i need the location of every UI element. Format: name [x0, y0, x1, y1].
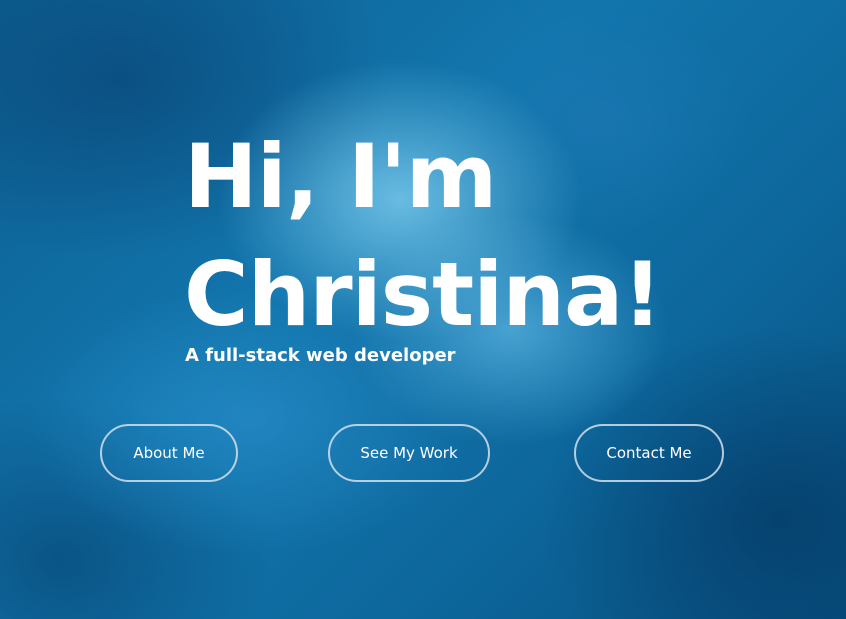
hero-section: Hi, I'm Christina! A full-stack web deve… [0, 0, 846, 619]
headline-line-2: Christina! [184, 243, 663, 346]
contact-me-button[interactable]: Contact Me [574, 424, 724, 482]
hero-headline: Hi, I'm Christina! [184, 118, 663, 354]
headline-line-1: Hi, I'm [184, 125, 497, 228]
see-my-work-button[interactable]: See My Work [328, 424, 490, 482]
about-me-button[interactable]: About Me [100, 424, 238, 482]
hero-subtitle: A full-stack web developer [185, 345, 456, 366]
